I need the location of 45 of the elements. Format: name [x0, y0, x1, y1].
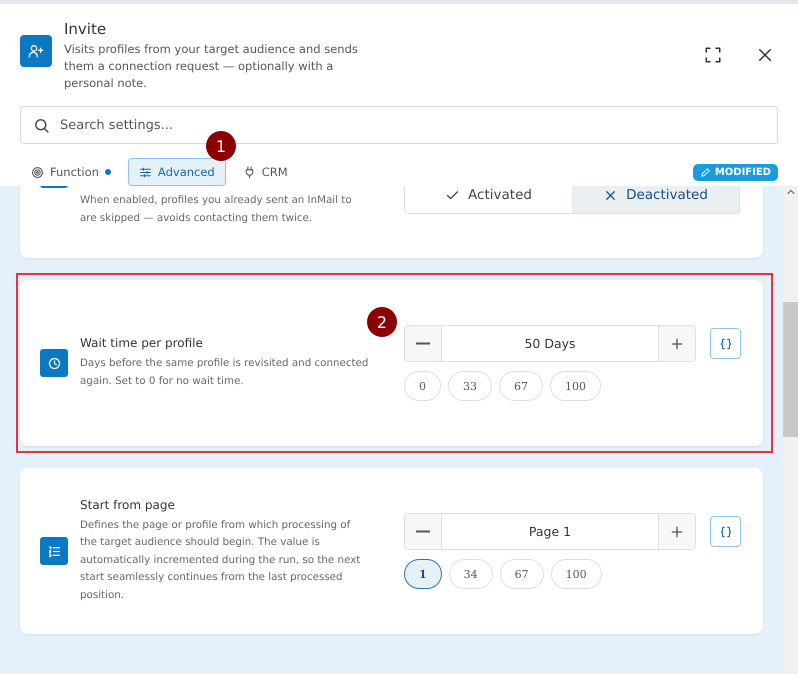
- sliders-icon: [138, 166, 152, 178]
- number-stepper[interactable]: Page 1: [404, 513, 696, 550]
- preset-chip[interactable]: 100: [550, 559, 602, 589]
- plus-icon: [669, 336, 685, 352]
- variable-button[interactable]: [710, 328, 741, 359]
- user-plus-icon: [28, 43, 44, 59]
- setting-title: Start from page: [80, 498, 176, 512]
- numbered-list-icon: [46, 544, 62, 558]
- tab[interactable]: CRM: [232, 158, 299, 186]
- setting-title: Wait time per profile: [80, 336, 204, 350]
- tab[interactable]: Function: [20, 158, 122, 186]
- modified-badge: MODIFIED: [692, 164, 778, 180]
- close-icon: [756, 46, 774, 64]
- braces-icon: [718, 336, 732, 350]
- plus-icon: [669, 524, 685, 540]
- preset-chip[interactable]: 0: [404, 371, 441, 401]
- minus-icon: [415, 342, 431, 345]
- dialog-description: Visits profiles from your target audience and sends them a connection request — optionally with a personal note.: [64, 41, 359, 92]
- step-marker: 1: [206, 131, 236, 161]
- setting-description: When enabled, profiles you already sent an InMail to are skipped — avoids contacting them twice.: [80, 193, 353, 226]
- variable-button[interactable]: [710, 516, 741, 547]
- preset-chip[interactable]: 100: [550, 371, 601, 401]
- decrement-button[interactable]: [405, 326, 441, 361]
- number-stepper[interactable]: 50 Days: [404, 325, 696, 362]
- setting-description: Defines the page or profile from which processing of the target audience should begin. The value is automatically incremented during the run, so the next start seamlessly continues from the last processed position.: [80, 518, 362, 603]
- preset-chip[interactable]: 1: [404, 559, 442, 589]
- toggle-option[interactable]: Deactivated: [572, 186, 739, 213]
- target-icon: [31, 166, 44, 178]
- plug-icon: [242, 166, 256, 178]
- decrement-button[interactable]: [405, 514, 441, 549]
- minus-icon: [415, 530, 431, 533]
- expand-icon: [704, 46, 722, 64]
- preset-chip[interactable]: 67: [500, 559, 544, 589]
- scrollbar[interactable]: [783, 186, 798, 674]
- step-marker: 2: [367, 307, 397, 337]
- braces-icon: [718, 524, 732, 538]
- search-icon: [33, 116, 50, 134]
- preset-chip[interactable]: 34: [448, 559, 493, 589]
- dialog-title: Invite: [64, 20, 108, 38]
- setting-description: Days before the same profile is revisited and connected again. Set to 0 for no wait time.: [80, 356, 370, 388]
- tab[interactable]: Advanced: [128, 158, 226, 186]
- preset-chip[interactable]: 33: [448, 371, 492, 401]
- clock-icon: [46, 356, 62, 370]
- preset-chip[interactable]: 67: [499, 371, 543, 401]
- pencil-icon: [700, 166, 711, 178]
